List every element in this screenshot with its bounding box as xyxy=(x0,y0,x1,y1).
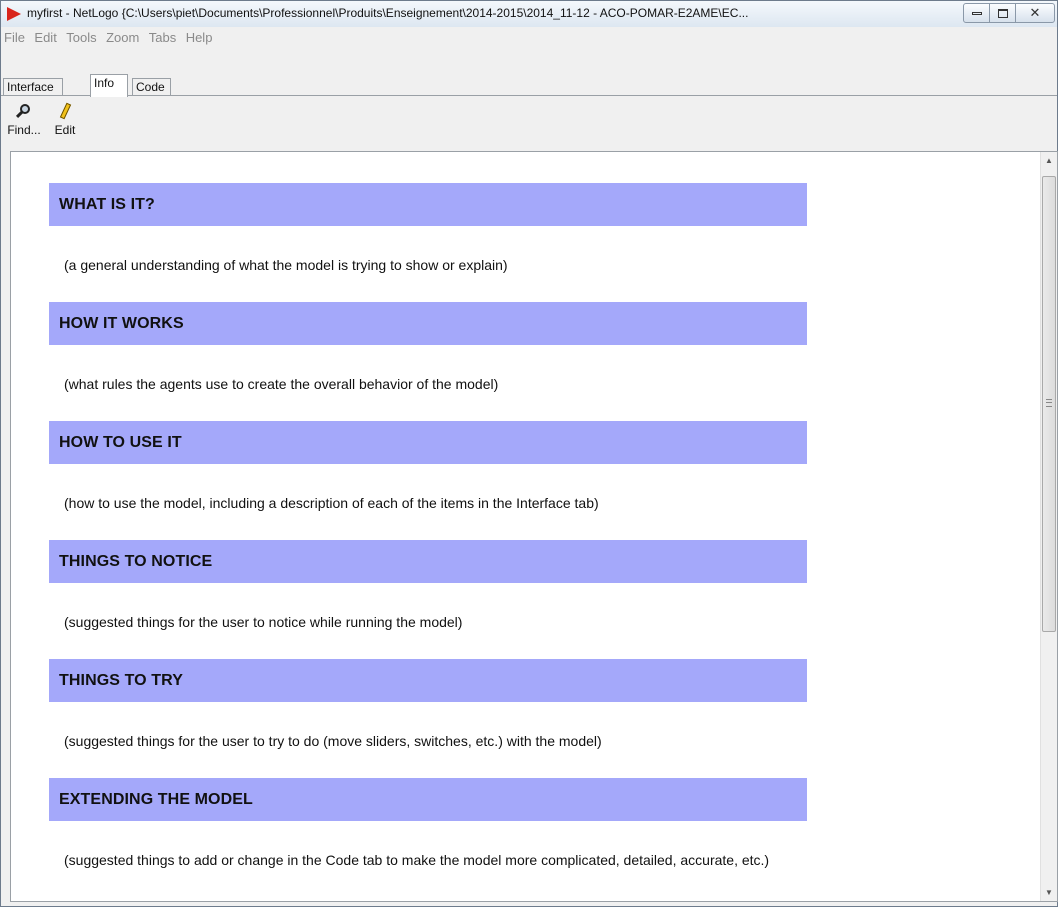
section-body: (a general understanding of what the mod… xyxy=(64,257,508,273)
minimize-button[interactable] xyxy=(963,3,990,23)
find-label: Find... xyxy=(7,123,41,137)
maximize-icon xyxy=(998,9,1008,18)
menu-zoom[interactable]: Zoom xyxy=(103,27,141,45)
vertical-scrollbar[interactable]: ▲ ▼ xyxy=(1040,152,1057,901)
menu-edit[interactable]: Edit xyxy=(31,27,58,45)
find-button[interactable]: Find... xyxy=(5,103,43,137)
menu-help[interactable]: Help xyxy=(183,27,215,45)
section-heading: THINGS TO NOTICE xyxy=(49,540,807,583)
tab-code[interactable]: Code xyxy=(132,78,171,96)
pencil-icon xyxy=(55,102,75,121)
scroll-down-icon[interactable]: ▼ xyxy=(1041,884,1057,901)
section-heading: THINGS TO TRY xyxy=(49,659,807,702)
grip-icon xyxy=(1046,399,1052,407)
minimize-icon xyxy=(972,12,982,15)
section-body: (suggested things for the user to try to… xyxy=(64,733,602,749)
magnifier-icon xyxy=(14,103,34,121)
section-body: (what rules the agents use to create the… xyxy=(64,376,499,392)
section-heading: HOW IT WORKS xyxy=(49,302,807,345)
section-body: (suggested things to add or change in th… xyxy=(64,852,770,868)
title-bar[interactable]: myfirst - NetLogo {C:\Users\piet\Documen… xyxy=(1,1,1057,28)
menu-bar: File Edit Tools Zoom Tabs Help xyxy=(1,27,1057,48)
section-heading: HOW TO USE IT xyxy=(49,421,807,464)
tab-divider xyxy=(1,95,1057,96)
menu-file[interactable]: File xyxy=(1,27,27,45)
tab-interface[interactable]: Interface xyxy=(3,78,63,96)
info-document: WHAT IS IT? (a general understanding of … xyxy=(49,183,807,897)
close-icon: ✕ xyxy=(1029,5,1041,20)
menu-tabs[interactable]: Tabs xyxy=(146,27,178,45)
info-document-pane[interactable]: WHAT IS IT? (a general understanding of … xyxy=(10,151,1058,902)
maximize-button[interactable] xyxy=(989,3,1016,23)
edit-label: Edit xyxy=(54,123,76,137)
menu-tools[interactable]: Tools xyxy=(63,27,98,45)
section-body: (suggested things for the user to notice… xyxy=(64,614,463,630)
section-heading: WHAT IS IT? xyxy=(49,183,807,226)
info-toolbar: Find... Edit xyxy=(1,97,1057,149)
tab-info[interactable]: Info xyxy=(90,74,128,97)
section-body: (how to use the model, including a descr… xyxy=(64,495,599,511)
netlogo-app-icon xyxy=(7,7,21,21)
edit-button[interactable]: Edit xyxy=(51,102,79,137)
scroll-thumb[interactable] xyxy=(1042,176,1056,632)
netlogo-window: myfirst - NetLogo {C:\Users\piet\Documen… xyxy=(0,0,1058,907)
section-heading: EXTENDING THE MODEL xyxy=(49,778,807,821)
window-title: myfirst - NetLogo {C:\Users\piet\Documen… xyxy=(27,6,749,20)
close-button[interactable]: ✕ xyxy=(1015,3,1055,23)
scroll-up-icon[interactable]: ▲ xyxy=(1041,152,1057,169)
